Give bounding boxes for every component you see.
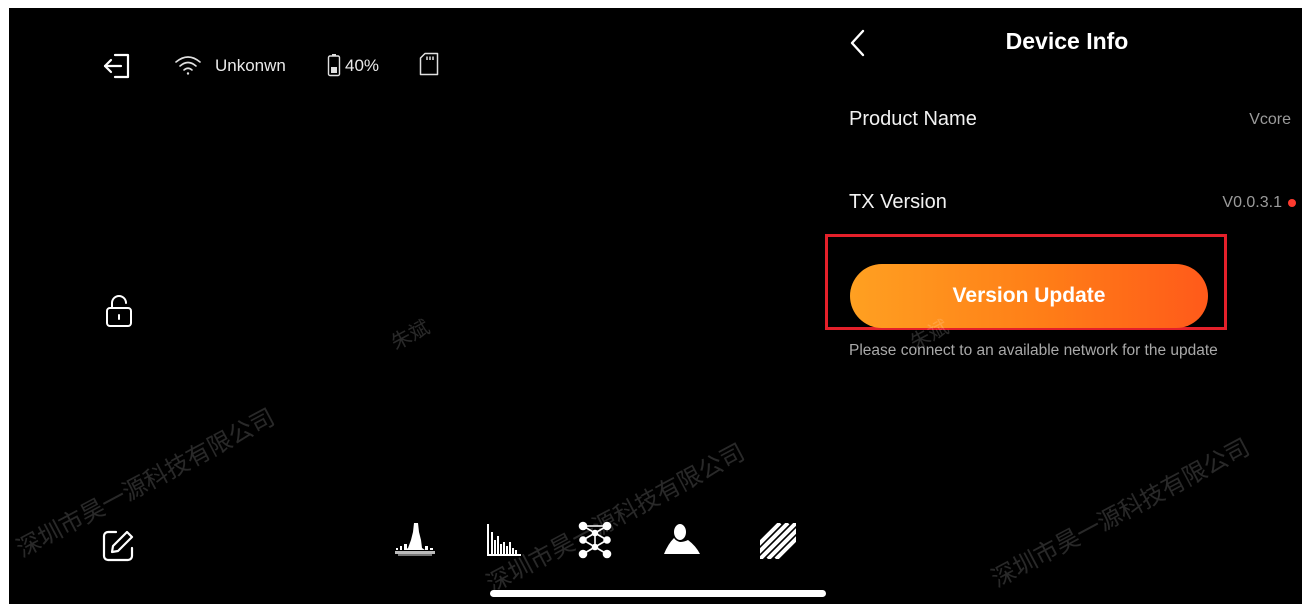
zebra-icon[interactable] xyxy=(758,520,798,562)
version-update-button[interactable]: Version Update xyxy=(850,264,1208,328)
watermark-name: 朱斌 xyxy=(386,314,434,355)
wifi-icon xyxy=(173,54,203,76)
silhouette-icon[interactable] xyxy=(662,520,702,562)
battery-icon xyxy=(327,53,341,77)
watermark-text: 深圳市昊一源科技有限公司 xyxy=(481,438,750,599)
sd-card-icon xyxy=(419,52,439,76)
waveform-icon[interactable] xyxy=(395,520,435,562)
tx-version-value-group: V0.0.3.1 xyxy=(1222,194,1296,212)
update-available-dot xyxy=(1288,198,1296,207)
network-icon[interactable] xyxy=(575,520,615,562)
product-name-value: Vcore xyxy=(1249,111,1291,128)
page-title: Device Info xyxy=(1005,28,1129,54)
exit-icon[interactable] xyxy=(102,51,132,81)
product-name-label: Product Name xyxy=(849,108,977,130)
edit-icon[interactable] xyxy=(101,529,135,563)
status-bar: Unkonwn 40% xyxy=(9,8,829,81)
device-info-panel: Device Info Product Name Vcore TX Versio… xyxy=(825,8,1302,604)
tx-version-value: V0.0.3.1 xyxy=(1222,194,1282,211)
tx-version-label: TX Version xyxy=(849,191,947,213)
update-hint-text: Please connect to an available network f… xyxy=(849,342,1218,359)
battery-level-label: 40% xyxy=(345,56,380,75)
home-indicator[interactable] xyxy=(490,590,826,597)
watermark-text: 深圳市昊一源科技有限公司 xyxy=(11,403,280,564)
app-screen: Unkonwn 40% Device Info Product Name Vco… xyxy=(9,8,1302,604)
histogram-icon[interactable] xyxy=(484,520,524,562)
unlock-icon[interactable] xyxy=(105,294,133,328)
wifi-status-label: Unkonwn xyxy=(215,56,286,75)
